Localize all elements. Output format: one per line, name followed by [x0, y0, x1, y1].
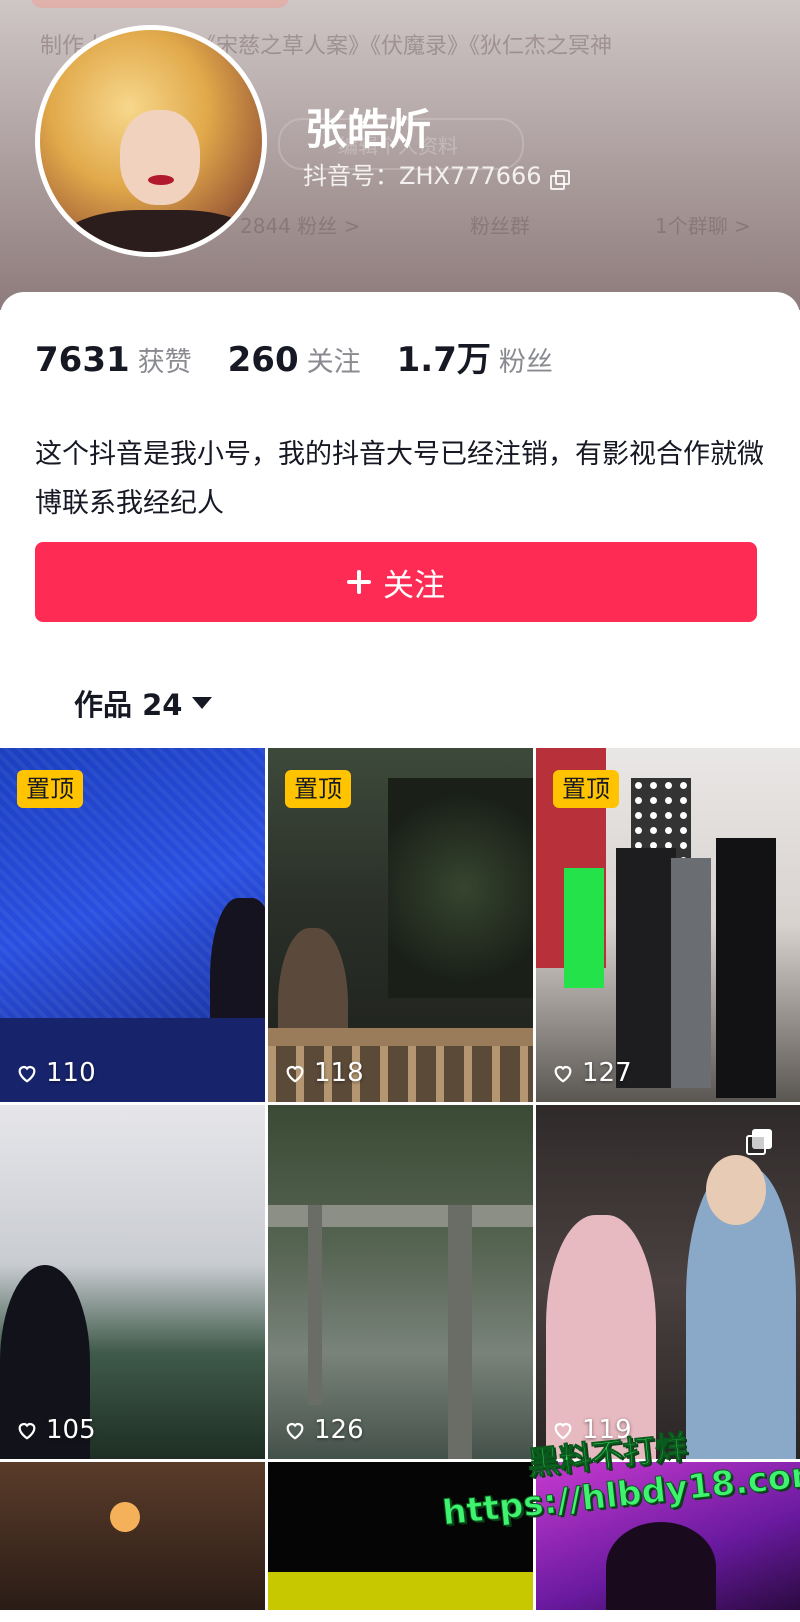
pinned-badge: 置顶 [553, 770, 619, 808]
caret-down-icon [192, 697, 213, 709]
multi-image-icon [746, 1129, 772, 1155]
douyin-id[interactable]: 抖音号：ZHX777666 [303, 156, 570, 191]
heart-icon [286, 1422, 304, 1440]
heart-icon [554, 1065, 572, 1083]
like-count-text: 126 [314, 1415, 364, 1445]
video-thumbnail[interactable]: 105 [0, 1105, 265, 1459]
video-thumbnail[interactable]: 126 [268, 1105, 533, 1459]
video-thumbnail[interactable]: 置顶 127 [536, 748, 800, 1102]
followers-label[interactable]: 粉丝 [499, 340, 553, 379]
pinned-badge: 置顶 [285, 770, 351, 808]
plus-icon [347, 570, 371, 594]
background-fan-group: 粉丝群 [470, 214, 530, 238]
like-count-text: 110 [46, 1058, 96, 1088]
video-thumbnail[interactable]: 置顶 110 [0, 748, 265, 1102]
bio-text: 这个抖音是我小号，我的抖音大号已经注销，有影视合作就微博联系我经纪人 [35, 439, 764, 519]
background-group-chat: 1个群聊 > [655, 214, 751, 238]
copy-icon[interactable] [549, 170, 570, 190]
followers-count[interactable]: 1.7万 [397, 332, 491, 381]
likes-label[interactable]: 获赞 [138, 340, 192, 379]
stats-row: 7631 获赞 260 关注 1.7万 粉丝 [35, 332, 589, 381]
heart-icon [286, 1065, 304, 1083]
like-count: 118 [284, 1058, 364, 1088]
tab-works[interactable]: 作品 24 [74, 682, 213, 724]
like-count-text: 118 [314, 1058, 364, 1088]
background-tag [30, 0, 290, 8]
follow-button[interactable]: 关注 [35, 542, 757, 622]
like-count-text: 127 [582, 1058, 632, 1088]
video-thumbnail[interactable] [0, 1462, 265, 1610]
avatar[interactable] [35, 25, 267, 257]
video-thumbnail[interactable]: 置顶 118 [268, 748, 533, 1102]
like-count-text: 105 [46, 1415, 96, 1445]
works-tab-label: 作品 24 [74, 688, 183, 722]
profile-header: 制作人：代表作《宋慈之草人案》《伏魔录》《狄仁杰之冥神 编辑个人资料 2844 … [0, 0, 800, 310]
like-count: 110 [16, 1058, 96, 1088]
like-count: 105 [16, 1415, 96, 1445]
heart-icon [18, 1065, 36, 1083]
following-count[interactable]: 260 [228, 340, 299, 380]
like-count: 127 [552, 1058, 632, 1088]
profile-name: 张皓炘 [305, 105, 432, 154]
heart-icon [18, 1422, 36, 1440]
following-label[interactable]: 关注 [307, 340, 361, 379]
douyin-id-text: 抖音号：ZHX777666 [303, 162, 542, 190]
follow-button-label: 关注 [383, 567, 445, 603]
likes-count[interactable]: 7631 [35, 340, 130, 380]
pinned-badge: 置顶 [17, 770, 83, 808]
like-count: 126 [284, 1415, 364, 1445]
